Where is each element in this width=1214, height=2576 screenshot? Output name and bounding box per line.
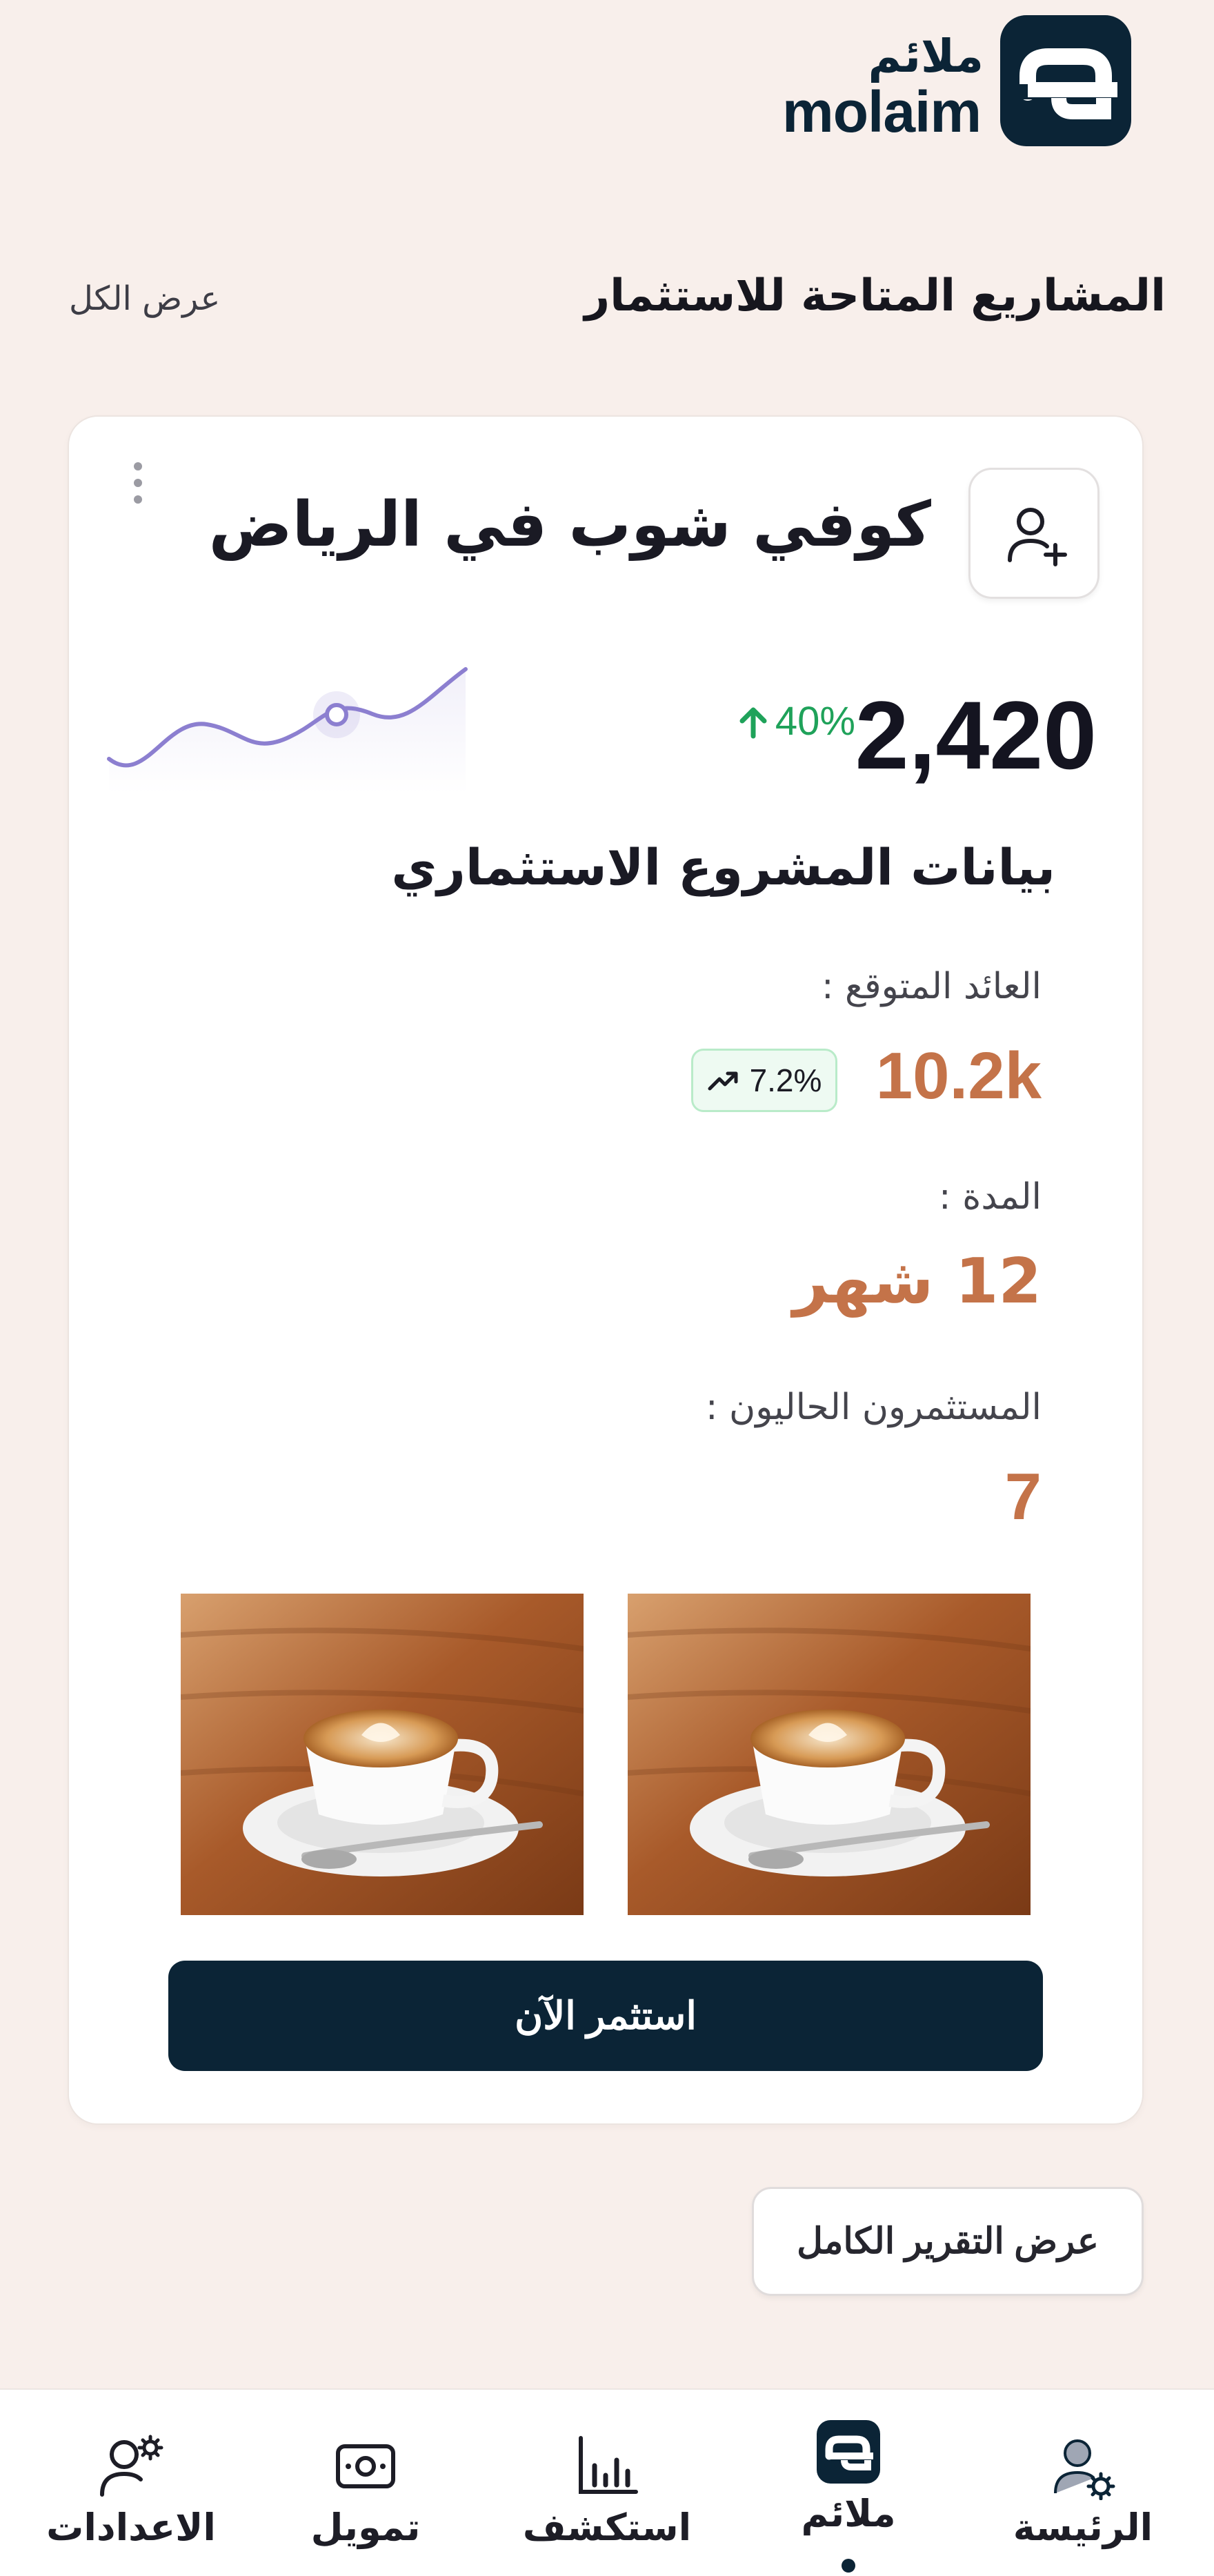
nav-item-explore[interactable]: استكشف <box>504 2390 710 2576</box>
molaim-logo-icon <box>817 2420 880 2484</box>
trending-up-icon <box>708 1071 738 1091</box>
return-badge: 7.2% <box>691 1049 837 1112</box>
brand-name-ar: ملائم <box>868 30 984 83</box>
nav-label-molaim: ملائم <box>801 2492 896 2535</box>
app-screen: ملائم molaim المشاريع المتاحة للاستثمار … <box>0 0 1214 2576</box>
brand-wordmark: ملائم molaim <box>782 29 989 144</box>
investors-label: المستثمرون الحاليون : <box>705 1387 1042 1428</box>
add-user-button[interactable] <box>968 468 1099 599</box>
nav-label-funding: تمويل <box>310 2506 421 2549</box>
project-photo <box>181 1594 584 1915</box>
project-photo <box>628 1594 1031 1915</box>
user-settings-icon <box>100 2435 163 2497</box>
project-title: كوفي شوب في الرياض <box>208 488 931 561</box>
brand-logo: ملائم molaim <box>782 15 1131 146</box>
brand-name-en: molaim <box>782 79 982 144</box>
more-options-icon[interactable] <box>130 462 146 511</box>
nav-label-home: الرئيسة <box>1013 2506 1153 2549</box>
nav-item-funding[interactable]: تمويل <box>262 2390 469 2576</box>
view-all-link[interactable]: عرض الكل <box>69 279 220 318</box>
project-data-title: بيانات المشروع الاستثماري <box>391 838 1055 896</box>
nav-item-molaim[interactable]: ملائم <box>745 2390 952 2576</box>
arrow-up-icon <box>739 707 767 738</box>
bottom-nav: الرئيسة ملائم استكشف تمويل الاعدادات <box>0 2388 1214 2576</box>
nav-item-settings[interactable]: الاعدادات <box>28 2390 235 2576</box>
brand-logo-icon <box>1000 15 1131 146</box>
expected-return-value: 10.2k <box>875 1039 1042 1113</box>
money-icon <box>336 2444 395 2488</box>
invest-now-button[interactable]: استثمر الآن <box>168 1961 1043 2071</box>
expected-return-label: العائد المتوقع : <box>821 966 1042 1007</box>
duration-label: المدة : <box>939 1176 1042 1218</box>
nav-label-explore: استكشف <box>522 2506 692 2549</box>
full-report-button[interactable]: عرض التقرير الكامل <box>752 2187 1144 2296</box>
return-badge-value: 7.2% <box>749 1062 822 1098</box>
stat-change-value: 40% <box>775 699 855 744</box>
active-indicator <box>842 2559 855 2573</box>
user-gear-icon <box>1054 2439 1115 2500</box>
stat-change: 40% <box>738 698 855 744</box>
add-user-icon <box>1008 508 1067 566</box>
sparkline-chart <box>103 655 469 793</box>
duration-value: 12 شهر <box>793 1245 1042 1318</box>
investors-value: 7 <box>1004 1460 1042 1534</box>
project-stat-value: 2,420 <box>855 681 1097 789</box>
nav-item-home[interactable]: الرئيسة <box>979 2390 1186 2576</box>
nav-label-settings: الاعدادات <box>46 2506 216 2549</box>
section-title: المشاريع المتاحة للاستثمار <box>584 270 1166 321</box>
bar-chart-icon <box>579 2436 638 2494</box>
